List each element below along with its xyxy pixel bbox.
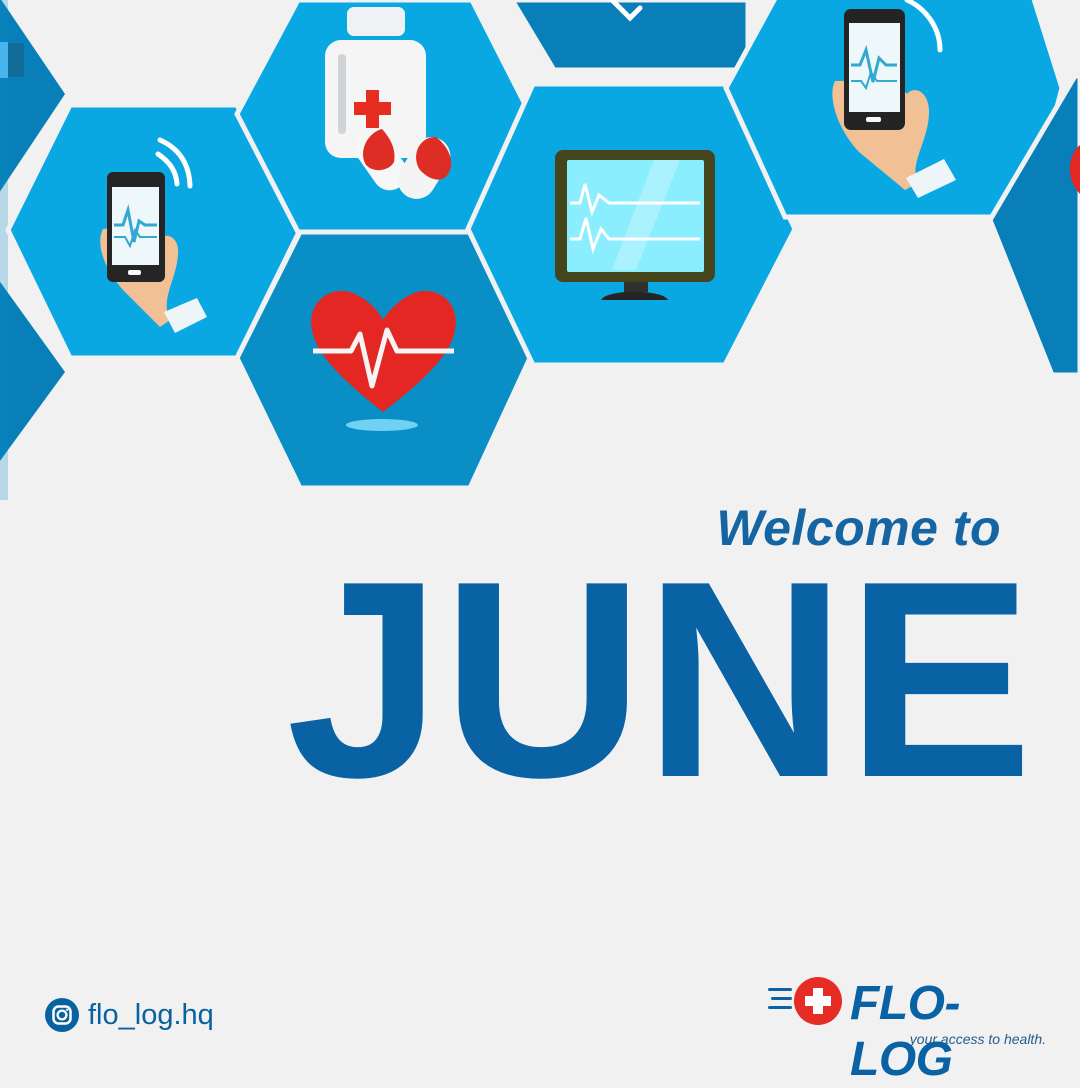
flo-log-logo-icon [768,977,842,1025]
brand-tagline: ...your access to health. [898,1031,1046,1047]
computer-monitor-icon [555,150,715,300]
month-title: JUNE [286,524,1033,836]
instagram-icon [45,998,79,1032]
partial-device-icon [0,42,24,78]
medical-hexagon-artwork [0,0,1080,500]
hexagon-top-middle [509,0,751,73]
brand-logo: FLO-LOG ...your access to health. [768,972,1054,1086]
instagram-handle: flo_log.hq [88,999,214,1031]
social-handle: flo_log.hq [44,996,214,1034]
